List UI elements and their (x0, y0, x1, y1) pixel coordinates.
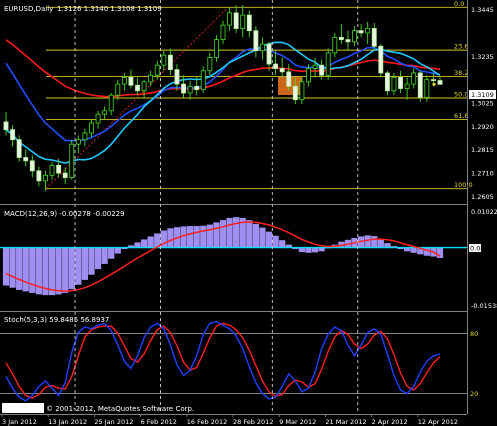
candle[interactable] (378, 44, 384, 78)
macd-bar (22, 247, 29, 292)
macd-bar (279, 240, 286, 248)
macd-bar (193, 226, 200, 248)
time-tick-label: 25 Jan 2012 (94, 418, 133, 426)
copyright-box (2, 403, 44, 413)
macd-bar (48, 247, 56, 296)
macd-bar (186, 226, 194, 248)
macd-bar (114, 247, 121, 254)
macd-bar (364, 235, 371, 248)
fibo-level-label: 0.0 (454, 0, 464, 8)
price-tick-label: 1.2920 (471, 123, 494, 131)
macd-bar (377, 239, 384, 248)
time-tick-label: 6 Feb 2012 (141, 418, 177, 426)
macd-bar (29, 247, 36, 293)
macd-bar (265, 231, 273, 248)
trading-terminal: 0.0 23.6 38.2 50.0 61.8 100.0 EURUSD,Daily 1.… (0, 0, 497, 426)
macd-tick-low: -0.01538 (471, 302, 497, 310)
macd-bar (252, 223, 260, 248)
macd-bar (75, 247, 82, 285)
macd-bar (68, 247, 75, 290)
macd-bar (259, 227, 266, 248)
time-tick-label: 12 Apr 2012 (418, 418, 458, 426)
macd-bar (233, 217, 240, 248)
fibo-level-label: 61.8 (454, 112, 468, 120)
macd-bar (88, 247, 95, 275)
price-tick-label: 1.2605 (471, 193, 494, 201)
macd-label: MACD(12,26,9) -0.00278 -0.00229 (4, 210, 125, 218)
macd-bar (134, 242, 141, 248)
time-tick-label: 3 Jan 2012 (2, 418, 37, 426)
macd-bar (213, 222, 220, 248)
macd-bar (62, 247, 69, 293)
time-tick-label: 21 Mar 2012 (325, 418, 366, 426)
macd-bar (16, 247, 23, 290)
time-tick-label: 16 Feb 2012 (187, 418, 227, 426)
price-tick-label: 1.2815 (471, 146, 494, 154)
macd-bar (371, 236, 378, 248)
macd-bar (140, 239, 148, 248)
macd-bar (410, 247, 417, 253)
candle[interactable] (325, 48, 331, 80)
time-tick-label: 28 Feb 2012 (233, 418, 273, 426)
price-tick-label: 1.2710 (471, 170, 494, 178)
price-marker (432, 82, 436, 86)
time-tick-label: 9 Mar 2012 (279, 418, 316, 426)
macd-bar (167, 228, 174, 248)
macd-bar (108, 247, 115, 259)
macd-bar (311, 247, 319, 253)
macd-bar (9, 247, 16, 288)
macd-bar (219, 220, 227, 248)
macd-tick-high: 0.01022 (471, 208, 497, 216)
current-price-tag: 1.3109 (471, 91, 494, 99)
ohlc-readout: 1.3126 1.3140 1.3108 1.3109 (57, 5, 162, 13)
candle[interactable] (417, 70, 423, 102)
macd-bar (81, 247, 89, 280)
macd-bar (94, 247, 102, 270)
macd-zero-tag: 0.00 (470, 245, 484, 253)
macd-bar (226, 217, 233, 248)
candle[interactable] (69, 139, 75, 180)
fibo-level-label: 50.0 (454, 90, 468, 98)
macd-bar (2, 247, 10, 286)
macd-bar (147, 236, 154, 248)
macd-bar (305, 247, 312, 253)
stoch-tick-80: 80 (470, 330, 478, 338)
time-tick-label: 2 Apr 2012 (372, 418, 408, 426)
price-tick-label: 1.3235 (471, 53, 494, 61)
macd-bar (272, 235, 279, 248)
stoch-label: Stoch(5,3,3) 59.8485 56.8937 (4, 316, 109, 324)
symbol-label: EURUSD,Daily (4, 5, 53, 13)
stoch-tick-20: 20 (470, 390, 478, 398)
macd-bar (436, 247, 444, 258)
price-tick-label: 1.3445 (471, 6, 494, 14)
fibo-level-label: 23.6 (454, 43, 468, 51)
fibo-level-label: 38.2 (454, 69, 468, 77)
price-tick-label: 1.3025 (471, 100, 494, 108)
macd-bar (246, 220, 253, 248)
macd-bar (55, 247, 62, 295)
time-tick-label: 13 Jan 2012 (48, 418, 87, 426)
macd-bar (206, 224, 213, 248)
fibo-level-label: 100.0 (454, 181, 473, 189)
macd-bar (200, 225, 207, 248)
copyright-text: © 2001-2012, MetaQuotes Software Corp. (46, 405, 194, 413)
macd-bar (101, 247, 108, 264)
